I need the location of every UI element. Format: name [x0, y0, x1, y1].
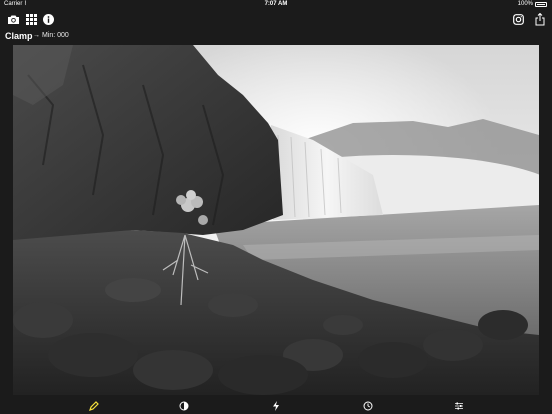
clock: 7:07 AM [264, 1, 288, 7]
info-icon [42, 13, 54, 25]
bottom-toolbar [0, 398, 552, 414]
photo-canvas[interactable] [13, 45, 539, 395]
contrast-tool-button[interactable] [178, 400, 190, 412]
status-bar: Carrier ⌇ 7:07 AM 100% [0, 0, 552, 9]
flash-icon [273, 401, 279, 411]
grid-icon [25, 13, 37, 25]
instagram-button[interactable] [510, 11, 526, 27]
camera-button[interactable] [5, 11, 21, 27]
contrast-icon [179, 401, 189, 411]
top-toolbar [0, 9, 552, 29]
waterfall-photo [13, 45, 539, 395]
draw-tool-button[interactable] [88, 400, 100, 412]
timer-icon [363, 401, 373, 411]
battery-percent: 100% [517, 1, 533, 7]
share-button[interactable] [532, 11, 548, 27]
camera-icon [7, 15, 19, 24]
flash-tool-button[interactable] [270, 400, 282, 412]
filter-value-label: → Min: 000 [33, 32, 69, 39]
timer-tool-button[interactable] [362, 400, 374, 412]
instagram-icon [512, 13, 524, 25]
pencil-icon [89, 401, 99, 411]
filter-name: Clamp [5, 31, 33, 41]
gallery-button[interactable] [23, 11, 39, 27]
filter-header: Clamp → Min: 000 [0, 29, 552, 45]
share-icon [535, 12, 545, 25]
battery-icon [535, 2, 547, 7]
adjust-tool-button[interactable] [453, 400, 465, 412]
info-button[interactable] [40, 11, 56, 27]
sliders-icon [455, 402, 463, 410]
